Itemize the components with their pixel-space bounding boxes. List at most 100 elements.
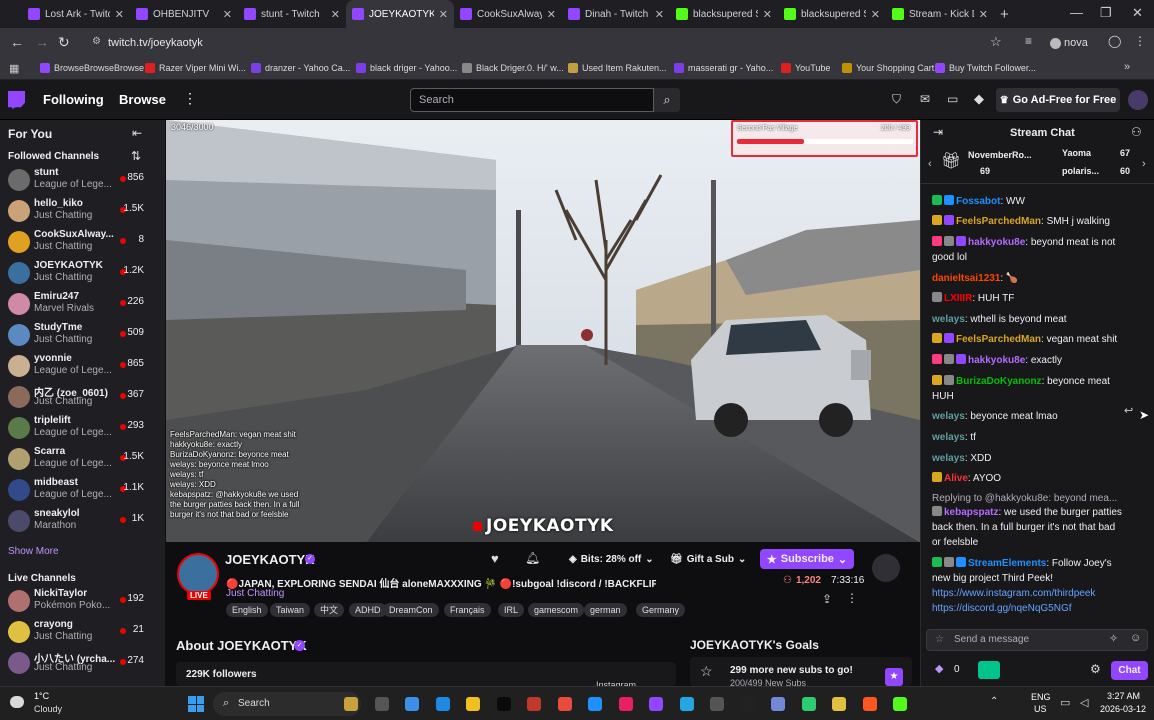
bookmarks-overflow-icon[interactable]: » — [1124, 61, 1130, 73]
search-input[interactable]: Search — [410, 88, 654, 112]
gifters-prev-icon[interactable]: ‹ — [928, 158, 932, 170]
tab-close-icon[interactable]: ✕ — [331, 8, 340, 21]
collapse-chat-icon[interactable]: ⇥ — [933, 125, 943, 139]
profile-chip[interactable]: nova — [1050, 37, 1088, 49]
taskbar-app-icon[interactable] — [801, 697, 816, 711]
bookmark-item[interactable]: Black Driger.0. H/' w... — [462, 63, 564, 73]
network-icon[interactable]: ▭ — [1060, 696, 1070, 709]
goal-subscribe-icon[interactable]: ★ — [885, 668, 903, 686]
taskbar-app-icon[interactable] — [679, 697, 694, 711]
tab-close-icon[interactable]: ✕ — [979, 8, 988, 21]
tab-close-icon[interactable]: ✕ — [223, 8, 232, 21]
chat-username[interactable]: welays — [932, 432, 965, 443]
gift-sub-button[interactable]: 🎁︎ Gift a Sub ⌄ — [670, 549, 746, 569]
following-link[interactable]: Following — [43, 92, 104, 107]
chat-send-button[interactable]: Chat — [1111, 661, 1148, 680]
taskbar-app-icon[interactable] — [496, 697, 511, 711]
chat-username[interactable]: hakkyoku8e — [968, 355, 1025, 366]
chat-username[interactable]: kebapspatz — [944, 507, 998, 518]
goal-card[interactable]: ☆ 299 more new subs to go! 200/499 New S… — [690, 657, 912, 688]
more-options-icon[interactable]: ⋮ — [846, 591, 858, 605]
chat-username[interactable]: welays — [932, 453, 965, 464]
inbox-icon[interactable]: ✉ — [920, 92, 930, 106]
taskbar-app-icon[interactable] — [435, 697, 450, 711]
bits-icon[interactable]: ◆ — [974, 91, 984, 107]
bookmark-item[interactable]: dranzer - Yahoo Ca... — [251, 63, 350, 73]
bookmark-item[interactable]: BrowseBrowseBrowse — [40, 63, 144, 73]
bookmark-star-icon[interactable]: ☆ — [990, 34, 1002, 50]
sidebar-channel[interactable]: stunt League of Lege... 856 — [0, 165, 165, 195]
chat-username[interactable]: FeelsParchedMan — [956, 216, 1041, 227]
tag-chip[interactable]: English — [226, 603, 268, 617]
bonus-points-button[interactable] — [978, 661, 1000, 679]
site-info-icon[interactable]: ⚙ — [92, 36, 101, 47]
tab-close-icon[interactable]: ✕ — [655, 8, 664, 21]
taskbar-app-icon[interactable] — [466, 697, 480, 711]
sidebar-channel[interactable]: triplelift League of Lege... 293 — [0, 413, 165, 443]
taskbar-app-icon[interactable] — [527, 697, 541, 711]
sort-icon[interactable]: ⇅ — [131, 149, 141, 163]
bookmark-item[interactable]: Buy Twitch Follower... — [935, 63, 1036, 73]
chat-username[interactable]: StreamElements — [968, 558, 1046, 569]
follow-heart-icon[interactable]: ♥ — [491, 551, 499, 566]
chat-username[interactable]: Fossabot — [956, 196, 1000, 207]
sidebar-channel[interactable]: Emiru247 Marvel Rivals 226 — [0, 289, 165, 319]
browser-menu-icon[interactable]: ⋮ — [1134, 34, 1146, 48]
sidebar-channel[interactable]: crayong Just Chatting 21 — [0, 617, 165, 647]
taskbar-app-icon[interactable] — [405, 697, 419, 711]
whispers-icon[interactable]: ▭ — [947, 92, 958, 106]
hype-train-icon[interactable] — [872, 554, 900, 582]
taskbar-app-icon[interactable] — [588, 697, 602, 711]
taskbar-app-icon[interactable] — [862, 697, 877, 711]
reply-icon[interactable]: ↩ — [1124, 404, 1133, 417]
chat-username[interactable]: welays — [932, 314, 965, 325]
sidebar-channel[interactable]: 内乙 (zoe_0601) Just Chatting 367 — [0, 382, 165, 412]
channel-points-icon[interactable]: ◆ — [935, 662, 943, 675]
tag-chip[interactable]: 中文 — [314, 603, 345, 617]
bookmark-item[interactable]: masserati gr - Yaho... — [674, 63, 773, 73]
taskbar-app-icon[interactable] — [832, 697, 846, 711]
new-tab-button[interactable]: + — [1000, 6, 1009, 23]
chat-text[interactable]: https://www.instagram.com/thirdpeek — [932, 588, 1095, 599]
apps-grid-icon[interactable]: ▦ — [9, 62, 19, 75]
chat-username[interactable]: Alive — [944, 473, 968, 484]
sidebar-channel[interactable]: yvonnie League of Lege... 865 — [0, 351, 165, 381]
bookmark-item[interactable]: Used Item Rakuten... — [568, 63, 667, 73]
video-player[interactable]: 3046/3000 Second Pas Village 200 / 499 F… — [166, 120, 920, 542]
ad-free-button[interactable]: ♛ Go Ad-Free for Free — [996, 88, 1120, 112]
browser-tab[interactable]: blacksupered Sh ✕ — [670, 0, 778, 28]
sidebar-channel[interactable]: StudyTme Just Chatting 509 — [0, 320, 165, 350]
taskbar-app-icon[interactable] — [771, 697, 785, 711]
gifter-name[interactable]: NovemberRo... — [968, 150, 1032, 160]
tray-chevron-icon[interactable]: ⌃ — [990, 696, 998, 707]
browser-tab[interactable]: Lost Ark - Twitch ✕ — [22, 0, 130, 28]
taskbar-app-icon[interactable] — [740, 697, 755, 711]
back-icon[interactable]: ← — [10, 34, 24, 50]
bookmark-item[interactable]: black driger - Yahoo... — [356, 63, 457, 73]
taskbar-search[interactable]: ⌕ Search — [213, 692, 361, 716]
emote-picker-icon[interactable]: ☺ — [1130, 632, 1141, 644]
sidebar-channel[interactable]: JOEYKAOTYK Just Chatting 1.2K — [0, 258, 165, 288]
prime-crown-icon[interactable]: ⛉ — [892, 92, 901, 107]
gifters-next-icon[interactable]: › — [1142, 158, 1146, 170]
browser-tab[interactable]: OHBENJITV ✕ — [130, 0, 238, 28]
twitch-logo-icon[interactable] — [8, 91, 25, 109]
notification-bell-icon[interactable]: 🔔︎ — [525, 551, 540, 565]
browse-link[interactable]: Browse — [119, 92, 166, 107]
collapse-sidebar-icon[interactable]: ⇤ — [132, 126, 142, 140]
taskbar-app-icon[interactable] — [344, 697, 358, 711]
sidebar-channel[interactable]: midbeast League of Lege... 1.1K — [0, 475, 165, 505]
taskbar-app-icon[interactable] — [710, 697, 724, 711]
tab-close-icon[interactable]: ✕ — [115, 8, 124, 21]
extensions-icon[interactable]: ≡ — [1025, 34, 1032, 48]
sidebar-channel[interactable]: sneakylol Marathon 1K — [0, 506, 165, 536]
account-icon[interactable]: ◯ — [1108, 34, 1121, 48]
chat-username[interactable]: welays — [932, 411, 965, 422]
reload-icon[interactable]: ↻ — [58, 34, 70, 51]
tag-chip[interactable]: Français — [444, 603, 491, 617]
gifter-name[interactable]: Yaoma — [1062, 148, 1091, 158]
bookmark-item[interactable]: Your Shopping Cart — [842, 63, 934, 73]
sidebar-channel[interactable]: Scarra League of Lege... 1.5K — [0, 444, 165, 474]
sidebar-channel[interactable]: 小八たい (yrcha... Just Chatting 274 — [0, 648, 165, 678]
user-avatar[interactable] — [1128, 90, 1148, 110]
